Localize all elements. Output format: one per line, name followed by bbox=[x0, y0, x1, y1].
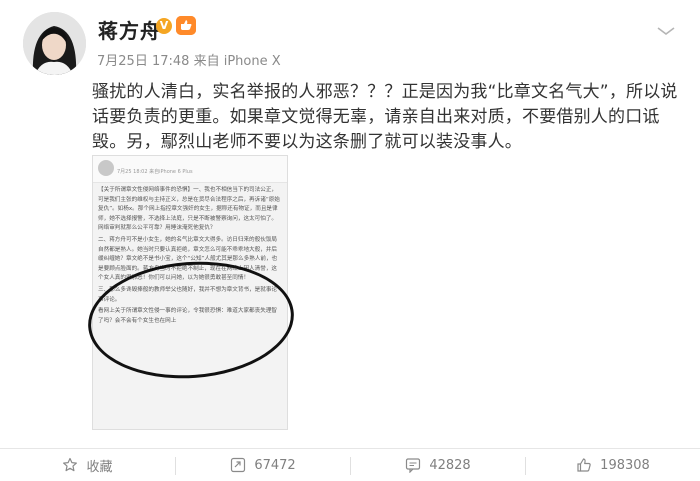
post-meta: 7月25日 17:48 来自 iPhone X bbox=[97, 50, 281, 69]
favorite-button[interactable]: 收藏 bbox=[0, 449, 175, 481]
author-name[interactable]: 蒋方舟 bbox=[98, 15, 161, 44]
repost-icon bbox=[231, 457, 246, 473]
embedded-avatar bbox=[98, 160, 114, 176]
embedded-header: 7月25 18:02 来自iPhone 6 Plus bbox=[93, 156, 287, 183]
embedded-time: 7月25 18:02 来自iPhone 6 Plus bbox=[117, 169, 193, 175]
verified-badge: V bbox=[156, 18, 172, 34]
comment-button[interactable]: 42828 bbox=[351, 449, 525, 481]
repost-button[interactable]: 67472 bbox=[176, 449, 350, 481]
fan-badge-icon[interactable] bbox=[176, 16, 196, 35]
like-count: 198308 bbox=[600, 457, 650, 473]
post-source: 来自 iPhone X bbox=[193, 54, 281, 69]
comment-count: 42828 bbox=[429, 457, 471, 473]
repost-count: 67472 bbox=[254, 457, 296, 473]
like-button[interactable]: 198308 bbox=[526, 449, 700, 481]
more-icon[interactable] bbox=[652, 23, 680, 37]
action-bar: 收藏 67472 42828 198308 bbox=[0, 449, 700, 481]
post-body: 骚扰的人清白，实名举报的人邪恶？？？正是因为我“比章文名气大”，所以说话要负责的… bbox=[92, 82, 678, 152]
thumbs-up-icon bbox=[577, 458, 591, 472]
comment-icon bbox=[406, 458, 421, 473]
embedded-paragraph-1: 【关于所谓章文性侵网络事件的恐惧】一、我也不相信当下的司法公正，可是我们主张的维… bbox=[98, 187, 280, 232]
star-icon bbox=[63, 457, 78, 472]
post-header: 蒋方舟 V 7月25日 17:48 来自 iPhone X bbox=[0, 0, 700, 88]
favorite-label: 收藏 bbox=[86, 459, 113, 475]
post-date[interactable]: 7月25日 bbox=[97, 54, 148, 69]
avatar[interactable] bbox=[23, 12, 86, 75]
post-time: 17:48 bbox=[151, 54, 190, 69]
